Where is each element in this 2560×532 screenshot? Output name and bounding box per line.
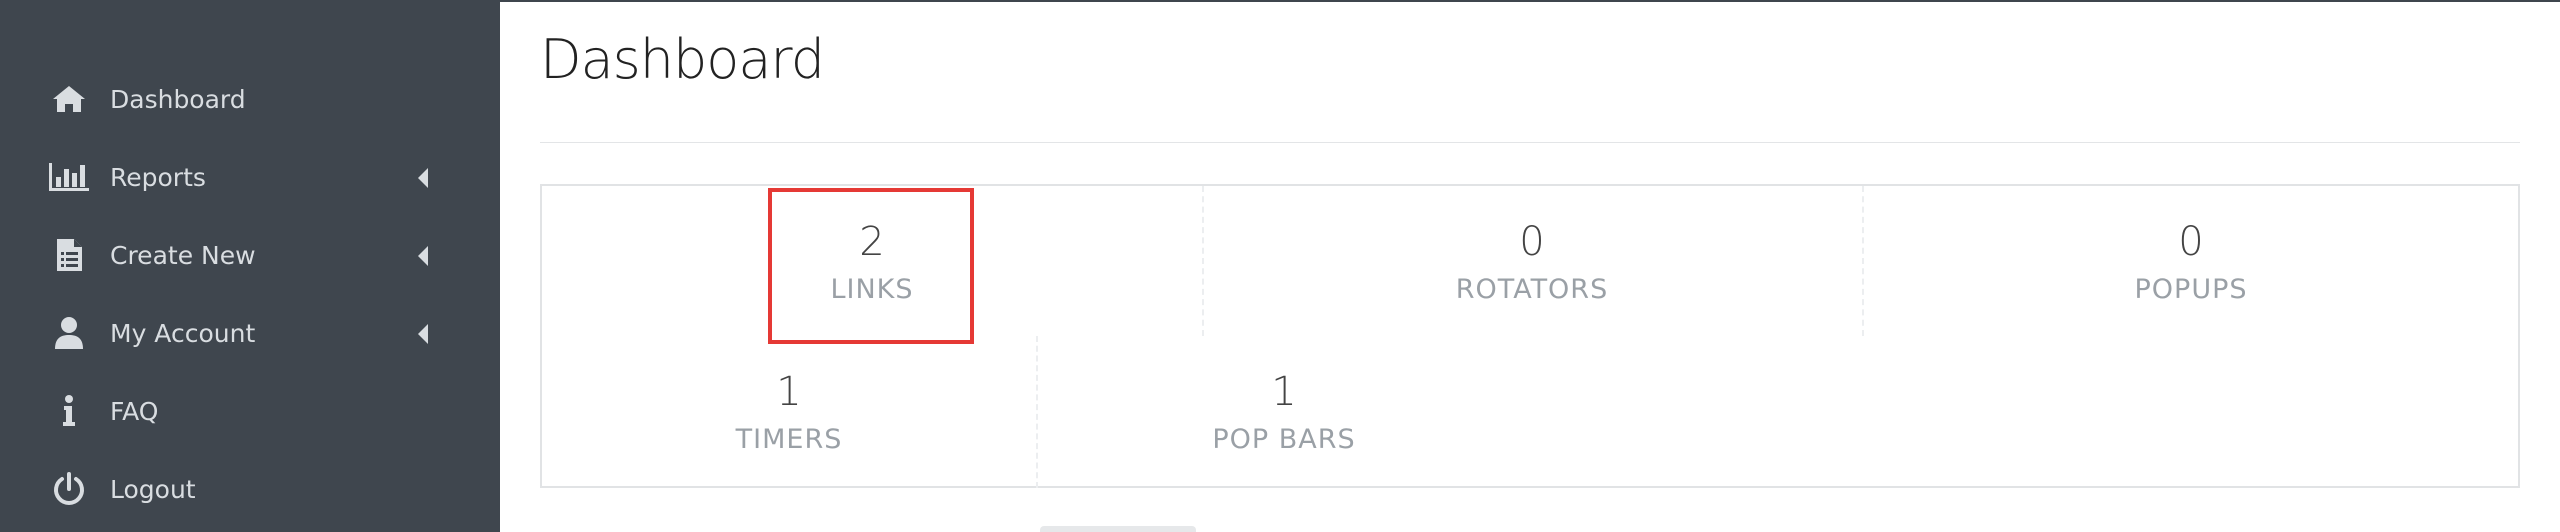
sidebar-item-dashboard[interactable]: Dashboard <box>0 68 500 130</box>
caret-left-icon <box>418 324 428 344</box>
sidebar-item-label: Logout <box>110 475 196 504</box>
page-title: Dashboard <box>540 28 825 91</box>
caret-left-icon <box>418 246 428 266</box>
sidebar-item-label: Reports <box>110 163 206 192</box>
caret-left-icon <box>418 168 428 188</box>
stat-timers[interactable]: 1 TIMERS <box>542 364 1036 460</box>
sidebar-item-reports[interactable]: Reports <box>0 146 500 208</box>
stat-rotators[interactable]: 0 ROTATORS <box>1202 214 1862 310</box>
stat-label: ROTATORS <box>1455 274 1609 305</box>
stat-value: 1 <box>1271 369 1297 415</box>
document-icon <box>48 238 90 272</box>
sidebar-item-faq[interactable]: FAQ <box>0 380 500 442</box>
title-divider <box>540 142 2520 143</box>
sidebar-item-my-account[interactable]: My Account <box>0 302 500 364</box>
bar-chart-icon <box>48 160 90 194</box>
sidebar-item-logout[interactable]: Logout <box>0 458 500 520</box>
power-icon <box>48 472 90 506</box>
sidebar: Dashboard Reports Create New My Account … <box>0 0 500 532</box>
stat-value: 0 <box>1519 219 1545 265</box>
sidebar-item-label: FAQ <box>110 397 159 426</box>
stat-popups[interactable]: 0 POPUPS <box>1862 214 2520 310</box>
stat-label: POPUPS <box>2134 274 2248 305</box>
highlight-box <box>768 188 974 344</box>
stat-pop-bars[interactable]: 1 POP BARS <box>1036 364 1532 460</box>
bottom-tab <box>1040 526 1196 532</box>
stat-label: TIMERS <box>735 424 843 455</box>
stat-value: 1 <box>776 369 802 415</box>
sidebar-item-label: My Account <box>110 319 256 348</box>
sidebar-item-create-new[interactable]: Create New <box>0 224 500 286</box>
user-icon <box>48 316 90 350</box>
info-icon <box>48 394 90 428</box>
sidebar-item-label: Dashboard <box>110 85 246 114</box>
sidebar-item-label: Create New <box>110 241 256 270</box>
stat-value: 0 <box>2178 219 2204 265</box>
stat-label: POP BARS <box>1212 424 1356 455</box>
home-icon <box>48 82 90 116</box>
